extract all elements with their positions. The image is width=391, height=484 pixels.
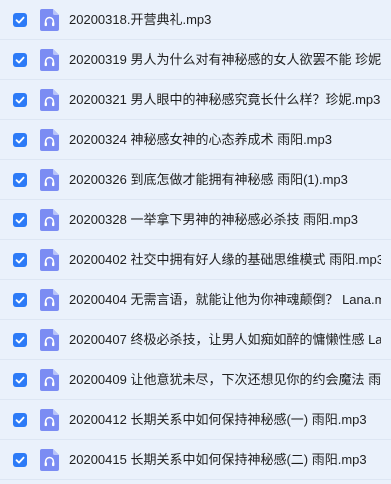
audio-file-icon [40,208,59,231]
file-name: 20200319 男人为什么对有神秘感的女人欲罢不能 珍妮老… [69,51,381,67]
file-row[interactable]: 20200412 长期关系中如何保持神秘感(一) 雨阳.mp3 [0,400,391,440]
checkbox[interactable] [13,292,27,307]
audio-file-icon [40,288,59,311]
checkmark-icon [15,56,25,63]
checkbox[interactable] [13,92,27,107]
checkbox[interactable] [13,132,27,147]
audio-file-icon [40,368,59,391]
file-name: 20200404 无需言语，就能让他为你神魂颠倒？ Lana.mp3 [69,291,381,307]
file-row[interactable]: 20200328 一举拿下男神的神秘感必杀技 雨阳.mp3 [0,200,391,240]
checkbox[interactable] [13,172,27,187]
audio-file-icon [40,248,59,271]
checkmark-icon [15,416,25,423]
file-name: 20200318.开营典礼.mp3 [69,11,212,27]
audio-file-icon [40,128,59,151]
checkbox[interactable] [13,52,27,67]
file-row[interactable]: 20200326 到底怎做才能拥有神秘感 雨阳(1).mp3 [0,160,391,200]
checkbox[interactable] [13,332,27,347]
file-list: 20200318.开营典礼.mp3 20200319 男人为什么对有神秘感的女人欲… [0,0,391,484]
checkbox[interactable] [13,412,27,427]
checkmark-icon [15,96,25,103]
audio-file-icon [40,448,59,471]
file-name: 20200415 长期关系中如何保持神秘感(二) 雨阳.mp3 [69,451,367,467]
file-name: 20200321 男人眼中的神秘感究竟长什么样？珍妮.mp3 [69,91,381,107]
file-row[interactable]: 20200409 让他意犹未尽，下次还想见你的约会魔法 雨阳… [0,360,391,400]
file-name: 20200407 终极必杀技，让男人如痴如醉的慵懒性感 Lan… [69,331,381,347]
file-row[interactable]: 20200402 社交中拥有好人缘的基础思维模式 雨阳.mp3 [0,240,391,280]
checkmark-icon [15,216,25,223]
audio-file-icon [40,88,59,111]
checkbox[interactable] [13,12,27,27]
file-name: 20200412 长期关系中如何保持神秘感(一) 雨阳.mp3 [69,411,367,427]
checkbox[interactable] [13,212,27,227]
file-row[interactable]: 20200318.开营典礼.mp3 [0,0,391,40]
audio-file-icon [40,48,59,71]
file-name: 20200402 社交中拥有好人缘的基础思维模式 雨阳.mp3 [69,251,381,267]
checkmark-icon [15,456,25,463]
checkmark-icon [15,136,25,143]
file-row[interactable]: 20200324 神秘感女神的心态养成术 雨阳.mp3 [0,120,391,160]
checkmark-icon [15,296,25,303]
audio-file-icon [40,168,59,191]
audio-file-icon [40,408,59,431]
checkmark-icon [15,16,25,23]
file-name: 20200326 到底怎做才能拥有神秘感 雨阳(1).mp3 [69,171,348,187]
checkmark-icon [15,176,25,183]
checkbox[interactable] [13,252,27,267]
checkmark-icon [15,336,25,343]
file-row[interactable]: 20200407 终极必杀技，让男人如痴如醉的慵懒性感 Lan… [0,320,391,360]
file-row[interactable]: 20200404 无需言语，就能让他为你神魂颠倒？ Lana.mp3 [0,280,391,320]
file-name: 20200409 让他意犹未尽，下次还想见你的约会魔法 雨阳… [69,371,381,387]
audio-file-icon [40,328,59,351]
file-row[interactable]: 20200319 男人为什么对有神秘感的女人欲罢不能 珍妮老… [0,40,391,80]
audio-file-icon [40,8,59,31]
checkmark-icon [15,256,25,263]
file-row[interactable]: 20200321 男人眼中的神秘感究竟长什么样？珍妮.mp3 [0,80,391,120]
file-name: 20200324 神秘感女神的心态养成术 雨阳.mp3 [69,131,332,147]
file-row[interactable]: 20200415 长期关系中如何保持神秘感(二) 雨阳.mp3 [0,440,391,480]
checkmark-icon [15,376,25,383]
checkbox[interactable] [13,452,27,467]
file-name: 20200328 一举拿下男神的神秘感必杀技 雨阳.mp3 [69,211,358,227]
checkbox[interactable] [13,372,27,387]
